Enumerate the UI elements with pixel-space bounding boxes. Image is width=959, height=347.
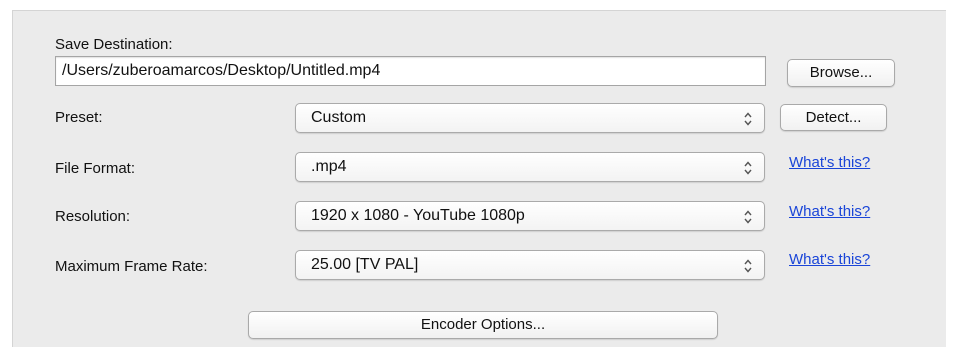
file-format-help-link[interactable]: What's this? [789,154,870,171]
file-format-select[interactable]: .mp4 [295,152,765,182]
preset-label: Preset: [55,109,103,126]
detect-button[interactable]: Detect... [780,104,887,131]
resolution-select-value: 1920 x 1080 - YouTube 1080p [311,207,525,224]
popup-arrows-icon [744,210,752,224]
frame-rate-help-link[interactable]: What's this? [789,251,870,268]
file-format-label: File Format: [55,160,136,177]
frame-rate-select[interactable]: 25.00 [TV PAL] [295,250,765,280]
popup-arrows-icon [744,112,752,126]
frame-rate-label: Maximum Frame Rate: [55,258,208,275]
popup-arrows-icon [744,161,752,175]
preset-select-value: Custom [311,109,367,126]
popup-arrows-icon [744,259,752,273]
save-destination-label: Save Destination: [55,36,173,53]
browse-button[interactable]: Browse... [787,59,895,87]
file-format-select-value: .mp4 [311,158,347,175]
encoder-options-button[interactable]: Encoder Options... [248,311,718,339]
save-destination-field[interactable]: /Users/zuberoamarcos/Desktop/Untitled.mp… [55,56,766,86]
preset-select[interactable]: Custom [295,103,765,133]
frame-rate-select-value: 25.00 [TV PAL] [311,256,419,273]
resolution-select[interactable]: 1920 x 1080 - YouTube 1080p [295,201,765,231]
resolution-label: Resolution: [55,208,131,225]
resolution-help-link[interactable]: What's this? [789,203,870,220]
